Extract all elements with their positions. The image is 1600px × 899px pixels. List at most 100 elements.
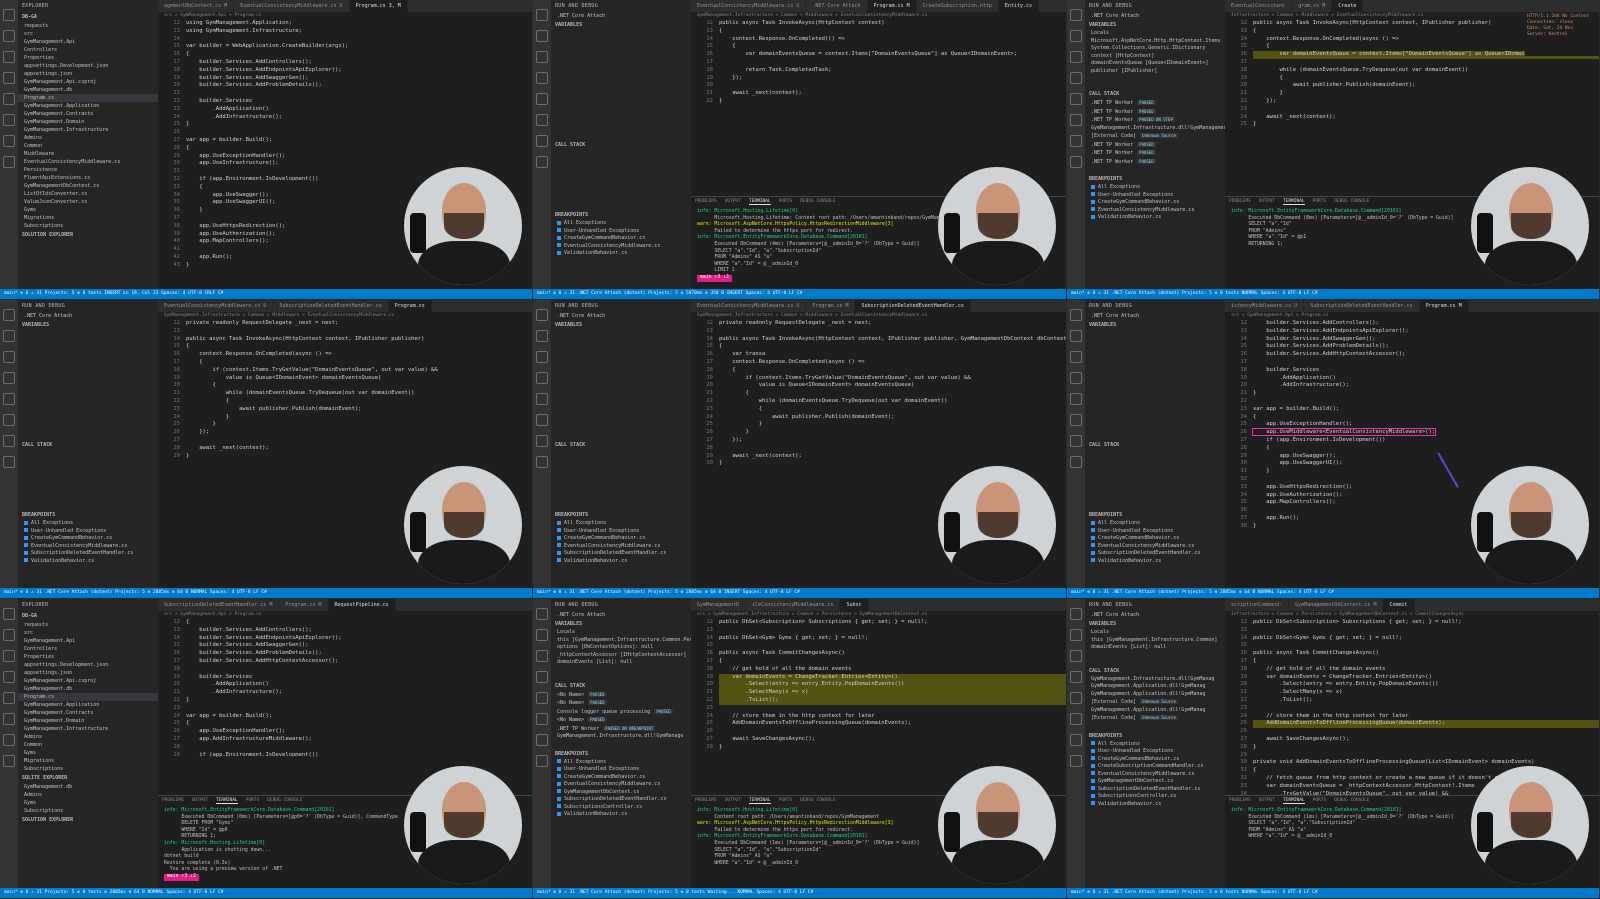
variable-row[interactable]: this [GymManagement.Infrastructure.Commo… (1085, 637, 1225, 645)
call-stack-section[interactable]: CALL STACK (1085, 440, 1225, 450)
variables-section[interactable]: VARIABLES (1085, 619, 1225, 629)
debug-config-select[interactable]: .NET Core Attach (551, 611, 691, 619)
source-control-icon[interactable] (3, 650, 15, 662)
breadcrumb[interactable]: src > GymManagement.Infrastructure > Com… (691, 611, 1066, 619)
file-tree-item[interactable]: Program.cs (18, 693, 158, 701)
status-bar[interactable]: main* ⊗ 0 ⚠ 31 .NET Core Attach (dotnet)… (533, 588, 1066, 598)
run-debug-icon[interactable] (536, 671, 548, 683)
docker-icon[interactable] (3, 135, 15, 147)
panel-tab[interactable]: PROBLEMS (1229, 798, 1251, 804)
docker-icon[interactable] (3, 435, 15, 447)
debug-config-select[interactable]: .NET Core Attach (1085, 312, 1225, 320)
variable-row[interactable]: Locals (1085, 30, 1225, 38)
editor-tab[interactable]: iCeConsistencyMiddleware.cs (746, 599, 841, 611)
breadcrumb[interactable]: src > GymManagement.Api > Program.cs (158, 611, 532, 619)
status-bar[interactable]: main* ⊗ 0 ⚠ 31 Projects: 5 ⊗ 0 tests INS… (0, 289, 532, 299)
explorer-icon[interactable] (1070, 309, 1082, 321)
panel-tab[interactable]: PORTS (779, 798, 793, 804)
solution-explorer-title[interactable]: SOLUTION EXPLORER (18, 815, 158, 825)
breakpoint-item[interactable]: All Exceptions (1085, 184, 1225, 192)
docker-icon[interactable] (1070, 435, 1082, 447)
sqlite-explorer-title[interactable]: SQLITE EXPLORER (18, 773, 158, 783)
panel-tab[interactable]: DEBUG CONSOLE (267, 798, 302, 804)
breadcrumb[interactable]: GymManagement.Infrastructure > Common > … (691, 12, 1066, 20)
test-icon[interactable] (536, 414, 548, 426)
search-icon[interactable] (3, 629, 15, 641)
breakpoint-item[interactable]: EventualConsistencyMiddleware.cs (551, 781, 691, 789)
breakpoints-section[interactable]: BREAKPOINTS (1085, 731, 1225, 741)
explorer-icon[interactable] (3, 309, 15, 321)
breakpoint-item[interactable]: SubscriptionDeletedEventHandler.cs (1085, 786, 1225, 794)
editor-tab[interactable]: .NET Core Attach (806, 0, 868, 12)
file-tree-item[interactable]: GymManagement.Infrastructure (18, 126, 158, 134)
editor-tab[interactable]: EventualConsistencyMiddleware.cs U (234, 0, 350, 12)
editor-tab[interactable]: EventualConsistenc (1225, 0, 1293, 12)
panel-tab[interactable]: DEBUG CONSOLE (1334, 199, 1369, 205)
breakpoint-checkbox[interactable] (557, 535, 561, 540)
editor-tab[interactable]: Program.cs 3, M (349, 0, 408, 12)
search-icon[interactable] (1070, 330, 1082, 342)
extensions-icon[interactable] (3, 393, 15, 405)
breakpoints-section[interactable]: BREAKPOINTS (551, 510, 691, 520)
file-tree-item[interactable]: GymManagement.Domain (18, 717, 158, 725)
breakpoint-item[interactable]: CreateGymCommandBehavior.cs (18, 535, 158, 543)
breakpoint-item[interactable]: ValidationBehavior.cs (1085, 558, 1225, 566)
editor-tab[interactable]: EventualConsistencyMiddleware.cs U (691, 300, 807, 312)
variables-section[interactable]: VARIABLES (1085, 320, 1225, 330)
breakpoint-checkbox[interactable] (557, 774, 561, 778)
editor-tab[interactable]: EventualConsistencyMiddleware.cs U (691, 0, 807, 12)
variable-row[interactable]: domainEventsQueue [Queue<IDomainEvent>] (1085, 60, 1225, 68)
breakpoint-checkbox[interactable] (557, 759, 561, 763)
account-icon[interactable] (536, 156, 548, 168)
file-tree-item[interactable]: Subscriptions (18, 222, 158, 230)
source-control-icon[interactable] (1070, 351, 1082, 363)
breakpoint-item[interactable]: GymManagementDbContext.cs (1085, 778, 1225, 786)
editor-tab[interactable]: gram.cs M (1292, 0, 1333, 12)
breakpoint-checkbox[interactable] (1091, 184, 1095, 189)
breakpoints-section[interactable]: BREAKPOINTS (551, 749, 691, 759)
file-tree-item[interactable]: appsettings.json (18, 70, 158, 78)
editor-tab[interactable]: Subsc (840, 599, 869, 611)
editor-tab[interactable]: CreateSubscription.http (917, 0, 999, 12)
breakpoint-checkbox[interactable] (557, 766, 561, 771)
breakpoint-item[interactable]: CreateGymCommandBehavior.cs (1085, 756, 1225, 764)
search-icon[interactable] (3, 30, 15, 42)
call-stack-section[interactable]: CALL STACK (18, 440, 158, 450)
breakpoint-checkbox[interactable] (1091, 528, 1095, 532)
file-tree-item[interactable]: Admins (18, 134, 158, 142)
panel-tab[interactable]: PROBLEMS (162, 798, 184, 804)
file-tree-item[interactable]: GymManagement.db (18, 685, 158, 693)
file-tree-item[interactable]: ListOfIdsConverter.cs (18, 190, 158, 198)
extensions-icon[interactable] (1070, 692, 1082, 704)
variable-row[interactable]: System.Collections.Generic.IDictionary (1085, 45, 1225, 53)
editor-tab[interactable]: Program.cs (388, 300, 432, 312)
docker-icon[interactable] (3, 734, 15, 746)
file-tree-item[interactable]: Subscriptions (18, 765, 158, 773)
status-bar[interactable]: main* ⊗ 0 ⚠ 31 .NET Core Attach (dotnet)… (0, 588, 532, 598)
debug-config-select[interactable]: .NET Core Attach (551, 312, 691, 320)
editor-tab[interactable]: SubscriptionDeletedEventHandler.cs (1304, 300, 1420, 312)
breakpoint-checkbox[interactable] (1091, 771, 1095, 775)
sqlite-item[interactable]: Gyms (18, 799, 158, 807)
variable-row[interactable]: domainEvents [List]: null (1085, 644, 1225, 652)
panel-tab[interactable]: PROBLEMS (695, 798, 717, 804)
file-tree-item[interactable]: Migrations (18, 757, 158, 765)
call-stack-section[interactable]: CALL STACK (551, 681, 691, 691)
breakpoint-checkbox[interactable] (557, 796, 561, 801)
editor-tab[interactable]: SubscriptionDeletedEventHandler.cs (273, 300, 389, 312)
run-debug-icon[interactable] (3, 671, 15, 683)
breakpoint-checkbox[interactable] (1091, 199, 1095, 204)
call-stack-frame[interactable]: GymManagement.Application.dll!GymManag (1085, 683, 1225, 691)
solution-explorer-title[interactable]: SOLUTION EXPLORER (18, 230, 158, 240)
editor-tab[interactable]: Commit (1383, 599, 1415, 611)
docker-icon[interactable] (536, 734, 548, 746)
variables-section[interactable]: VARIABLES (1085, 20, 1225, 30)
breakpoint-item[interactable]: All Exceptions (18, 520, 158, 528)
breakpoint-checkbox[interactable] (557, 235, 561, 240)
test-icon[interactable] (3, 414, 15, 426)
breakpoint-item[interactable]: SubscriptionsController.cs (1085, 793, 1225, 801)
run-debug-icon[interactable] (1070, 671, 1082, 683)
breakpoint-checkbox[interactable] (557, 220, 561, 225)
file-tree-item[interactable]: GymManagement.Api.csproj (18, 677, 158, 685)
call-stack-section[interactable]: CALL STACK (1085, 666, 1225, 676)
